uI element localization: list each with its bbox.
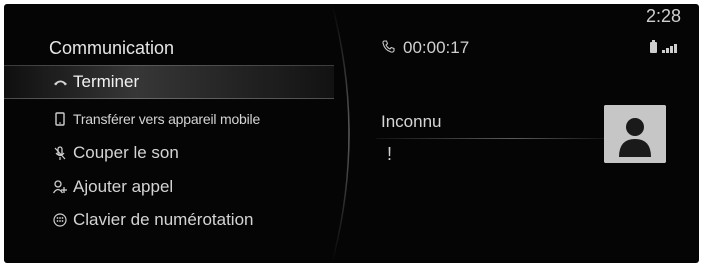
- end-call-label: Terminer: [73, 72, 140, 91]
- add-call-button[interactable]: Ajouter appel: [4, 171, 334, 203]
- add-call-label: Ajouter appel: [73, 177, 174, 196]
- add-call-icon: [51, 180, 69, 194]
- caller-name: Inconnu: [381, 112, 442, 131]
- transfer-to-mobile-label: Transférer vers appareil mobile: [73, 111, 261, 127]
- keypad-label: Clavier de numérotation: [73, 210, 254, 229]
- caller-divider: [376, 138, 606, 139]
- clock: 2:28: [645, 6, 681, 26]
- signal-strength-icon: [662, 44, 677, 53]
- transfer-to-mobile-button[interactable]: Transférer vers appareil mobile: [4, 103, 334, 135]
- caller-alert-mark: !: [387, 144, 393, 164]
- communication-menu: Communication Terminer Transférer vers a…: [4, 4, 344, 263]
- curved-divider: [331, 4, 350, 263]
- hang-up-icon: [51, 78, 69, 86]
- mute-button[interactable]: Couper le son: [4, 137, 334, 169]
- contact-avatar-icon: [604, 105, 666, 163]
- call-duration: 00:00:17: [403, 38, 470, 57]
- call-timer: 00:00:17: [382, 38, 469, 58]
- mute-label: Couper le son: [73, 143, 179, 162]
- phone-icon: [382, 39, 395, 57]
- mobile-device-icon: [51, 112, 69, 126]
- keypad-button[interactable]: Clavier de numérotation: [4, 204, 334, 236]
- status-icons: [650, 40, 677, 53]
- menu-title: Communication: [49, 38, 175, 58]
- end-call-button[interactable]: Terminer: [4, 65, 334, 99]
- infotainment-screen: 2:28 Communication Terminer Transférer v…: [4, 4, 699, 263]
- mute-mic-icon: [51, 145, 69, 161]
- battery-icon: [650, 40, 657, 53]
- keypad-icon: [51, 213, 69, 227]
